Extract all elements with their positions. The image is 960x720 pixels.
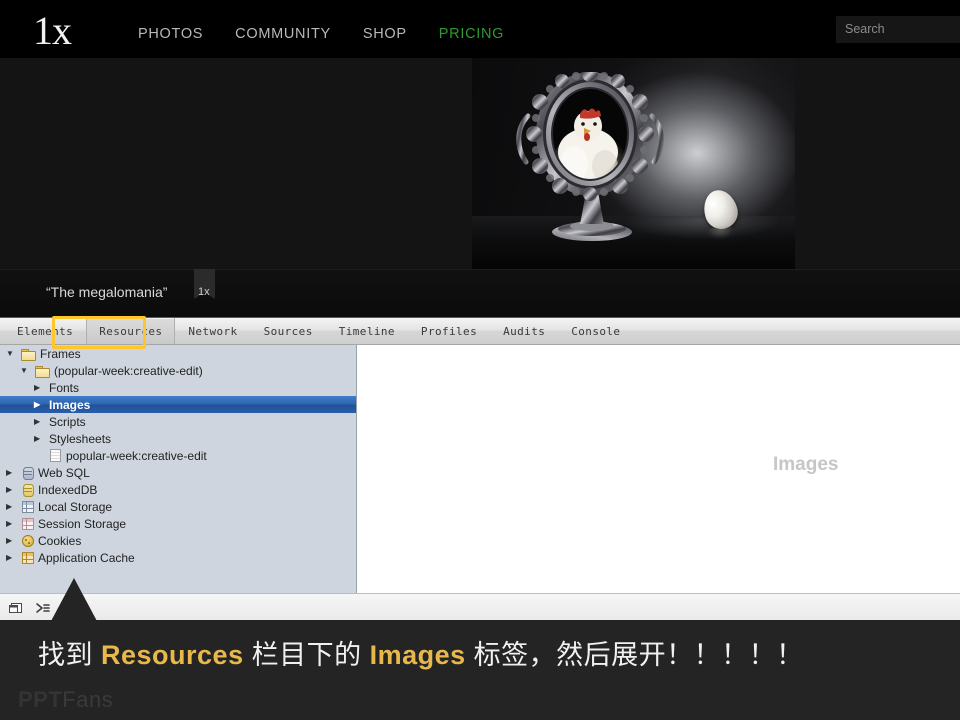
document-icon <box>49 449 62 462</box>
tab-timeline[interactable]: Timeline <box>326 318 408 344</box>
cookie-icon <box>21 534 34 547</box>
photo-caption-bar: “The megalomania” Victoria Ivanova Popul… <box>0 269 960 318</box>
bookmark-label: 1x <box>198 286 210 298</box>
tree-item-indexeddb[interactable]: ▶ IndexedDB <box>0 481 356 498</box>
tree-item-label: Local Storage <box>38 500 112 514</box>
tab-audits[interactable]: Audits <box>490 318 558 344</box>
tree-item-label: IndexedDB <box>38 483 97 497</box>
tree-item-session-storage[interactable]: ▶ Session Storage <box>0 515 356 532</box>
chevron-down-icon[interactable]: ▼ <box>20 367 32 375</box>
search-placeholder: Search <box>845 22 885 36</box>
content-placeholder-label: Images <box>773 454 838 476</box>
watermark-logo: PPTFans <box>18 687 113 713</box>
resources-tree[interactable]: ▼Frames▼(popular-week:creative-edit)▶Fon… <box>0 345 357 593</box>
tree-item-label: popular-week:creative-edit <box>66 449 207 463</box>
dock-panel-icon[interactable] <box>8 601 24 615</box>
instruction-segment-1: Resources <box>101 640 244 670</box>
chevron-right-icon[interactable]: ▶ <box>34 418 46 426</box>
tree-item-scripts[interactable]: ▶Scripts <box>0 413 356 430</box>
site-header: 1x PHOTOS COMMUNITY SHOP PRICING Search <box>0 0 960 58</box>
chevron-right-icon[interactable]: ▶ <box>34 435 46 443</box>
database-blue-icon <box>21 466 34 479</box>
database-yellow-icon <box>21 483 34 496</box>
instruction-segment-3: Images <box>370 640 466 670</box>
chevron-right-icon[interactable]: ▶ <box>34 384 46 392</box>
folder-icon <box>21 348 36 360</box>
photo-stage <box>0 58 960 269</box>
tree-item-label: Scripts <box>49 415 86 429</box>
folder-icon <box>35 365 50 377</box>
tree-item-label: Stylesheets <box>49 432 111 446</box>
tab-profiles[interactable]: Profiles <box>408 318 490 344</box>
chevron-right-icon[interactable]: ▶ <box>6 537 18 545</box>
tree-item-label: Application Cache <box>38 551 135 565</box>
chevron-right-icon[interactable]: ▶ <box>6 486 18 494</box>
screenshot-root: 1x PHOTOS COMMUNITY SHOP PRICING Search <box>0 0 960 720</box>
tree-item-label: Cookies <box>38 534 81 548</box>
brand-logo[interactable]: 1x <box>33 9 71 53</box>
tree-item-label: Images <box>49 398 90 412</box>
tree-item-popular-week-creative-edit[interactable]: popular-week:creative-edit <box>0 447 356 464</box>
nav-item-shop[interactable]: SHOP <box>363 26 407 42</box>
tree-item-local-storage[interactable]: ▶ Local Storage <box>0 498 356 515</box>
annotation-pointer-triangle <box>50 578 98 623</box>
tree-item-cookies[interactable]: ▶ Cookies <box>0 532 356 549</box>
devtools-panel: Elements Resources Network Sources Timel… <box>0 317 960 621</box>
tree-item-frames[interactable]: ▼ Frames <box>0 345 356 362</box>
devtools-tabbar: Elements Resources Network Sources Timel… <box>0 318 960 345</box>
resources-content-panel: Images <box>358 345 960 593</box>
nav-item-community[interactable]: COMMUNITY <box>235 26 331 42</box>
tree-item-popular-week-creative-edit[interactable]: ▼ (popular-week:creative-edit) <box>0 362 356 379</box>
nav-item-photos[interactable]: PHOTOS <box>138 26 203 42</box>
tab-network[interactable]: Network <box>175 318 250 344</box>
mirror-illustration <box>510 72 670 247</box>
tab-resources[interactable]: Resources <box>86 318 175 344</box>
featured-photo[interactable] <box>472 58 795 269</box>
instruction-segment-0: 找到 <box>38 640 101 670</box>
chevron-right-icon[interactable]: ▶ <box>34 401 46 409</box>
watermark-bold: PPT <box>18 687 62 712</box>
devtools-statusbar <box>0 593 960 622</box>
chevron-right-icon[interactable]: ▶ <box>6 469 18 477</box>
chevron-right-icon[interactable]: ▶ <box>6 554 18 562</box>
instruction-segment-2: 栏目下的 <box>244 640 370 670</box>
watermark-light: Fans <box>62 687 113 712</box>
table-blue-icon <box>21 500 34 513</box>
tab-elements[interactable]: Elements <box>4 318 86 344</box>
table-pink-icon <box>21 517 34 530</box>
search-input[interactable]: Search <box>836 16 960 43</box>
tree-item-label: (popular-week:creative-edit) <box>54 364 203 378</box>
devtools-body: ▼Frames▼(popular-week:creative-edit)▶Fon… <box>0 345 960 593</box>
tree-item-application-cache[interactable]: ▶ Application Cache <box>0 549 356 566</box>
nav-item-pricing[interactable]: PRICING <box>439 26 504 42</box>
tab-console[interactable]: Console <box>558 318 633 344</box>
tree-item-label: Web SQL <box>38 466 90 480</box>
photo-title[interactable]: “The megalomania” <box>46 284 167 300</box>
chevron-right-icon[interactable]: ▶ <box>6 503 18 511</box>
instruction-segment-4: 标签，然后展开！！！！！ <box>466 640 804 670</box>
instruction-text: 找到 Resources 栏目下的 Images 标签，然后展开！！！！！ <box>38 633 804 672</box>
chevron-down-icon[interactable]: ▼ <box>6 350 18 358</box>
instruction-bar: 找到 Resources 栏目下的 Images 标签，然后展开！！！！！ <box>0 620 960 720</box>
tree-item-label: Fonts <box>49 381 79 395</box>
tree-item-web-sql[interactable]: ▶ Web SQL <box>0 464 356 481</box>
tree-item-images[interactable]: ▶Images <box>0 396 356 413</box>
main-nav: PHOTOS COMMUNITY SHOP PRICING <box>138 26 536 42</box>
tree-item-fonts[interactable]: ▶Fonts <box>0 379 356 396</box>
table-orange-icon <box>21 551 34 564</box>
console-prompt-icon[interactable] <box>35 601 51 615</box>
tree-item-label: Frames <box>40 347 81 361</box>
tree-item-label: Session Storage <box>38 517 126 531</box>
tree-item-stylesheets[interactable]: ▶Stylesheets <box>0 430 356 447</box>
tab-sources[interactable]: Sources <box>251 318 326 344</box>
chevron-right-icon[interactable]: ▶ <box>6 520 18 528</box>
